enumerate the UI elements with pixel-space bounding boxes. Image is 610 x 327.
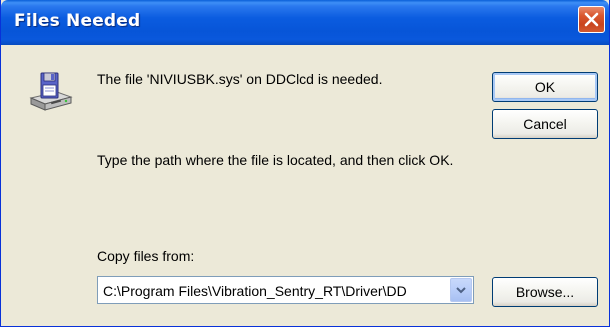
close-button[interactable] xyxy=(578,6,605,33)
copy-files-from-label: Copy files from: xyxy=(97,248,195,264)
browse-button[interactable]: Browse... xyxy=(492,277,598,307)
window-title: Files Needed xyxy=(14,11,141,31)
chevron-down-icon xyxy=(456,287,466,294)
floppy-disk-drive-icon xyxy=(27,68,75,116)
file-needed-message: The file 'NIVIUSBK.sys' on DDClcd is nee… xyxy=(97,71,383,87)
copy-files-from-input[interactable] xyxy=(98,277,448,303)
dialog-body: The file 'NIVIUSBK.sys' on DDClcd is nee… xyxy=(1,45,609,326)
title-bar[interactable]: Files Needed xyxy=(1,0,609,45)
path-hint-text: Type the path where the file is located,… xyxy=(97,152,454,168)
close-icon xyxy=(584,12,599,27)
files-needed-dialog: Files Needed The file 'NIVIUSBK.sys' on … xyxy=(0,0,610,327)
cancel-button[interactable]: Cancel xyxy=(492,109,598,139)
copy-files-from-combobox[interactable] xyxy=(97,276,474,304)
ok-button[interactable]: OK xyxy=(492,72,598,102)
dropdown-button[interactable] xyxy=(450,278,472,302)
